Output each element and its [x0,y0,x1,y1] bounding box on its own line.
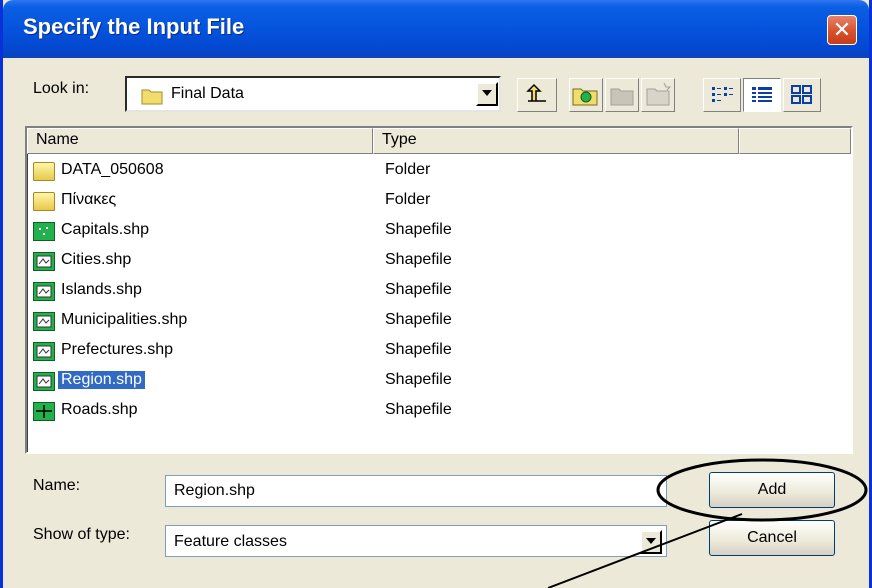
folder-icon [33,192,55,211]
polygon-shapefile-icon [33,342,55,361]
file-name: Cities.shp [61,251,132,268]
list-view-icon [712,87,733,102]
polygon-shapefile-icon [33,372,55,391]
cancel-button[interactable]: Cancel [709,520,835,556]
close-button[interactable]: ✕ [827,15,857,45]
chevron-down-icon [482,90,492,96]
file-name: Roads.shp [61,401,138,418]
list-item[interactable]: Cities.shp Shapefile [31,248,631,276]
file-name: Capitals.shp [61,221,150,238]
new-folder-icon [646,82,672,106]
file-type: Folder [385,161,431,178]
list-item[interactable]: Πίνακες Folder [31,188,631,216]
show-of-type-label: Show of type: [33,526,130,543]
dialog-title: Specify the Input File [23,14,245,39]
list-item[interactable]: DATA_050608 Folder [31,158,631,186]
column-header-type[interactable]: Type [373,128,739,154]
polygon-shapefile-icon [33,252,55,271]
add-button[interactable]: Add [709,472,835,508]
look-in-value: Final Data [171,85,244,102]
name-input[interactable]: Region.shp [165,475,667,507]
folder-icon [141,89,163,105]
file-name: Πίνακες [61,191,117,208]
file-list[interactable]: Name Type DATA_050608 Folder Πίνακες Fol… [25,126,853,454]
list-item[interactable]: Roads.shp Shapefile [31,398,631,426]
file-name: Islands.shp [61,281,142,298]
file-type: Shapefile [385,281,452,298]
look-in-combo[interactable]: Final Data [125,76,501,112]
polygon-shapefile-icon [33,312,55,331]
new-folder-button[interactable] [641,78,675,112]
close-icon: ✕ [832,17,852,42]
point-shapefile-icon [33,222,55,241]
file-type: Shapefile [385,341,452,358]
file-name: Region.shp [57,370,146,390]
polygon-shapefile-icon [33,282,55,301]
file-type: Shapefile [385,371,452,388]
list-item-selected[interactable]: Region.shp Shapefile [31,368,631,396]
list-item[interactable]: Municipalities.shp Shapefile [31,308,631,336]
line-shapefile-icon [33,402,55,421]
thumbnails-view-icon [791,85,812,104]
file-type: Shapefile [385,251,452,268]
connect-folder-button[interactable] [569,78,603,112]
list-view-button[interactable] [703,78,741,112]
list-item[interactable]: Capitals.shp Shapefile [31,218,631,246]
thumbnails-view-button[interactable] [783,78,821,112]
look-in-label: Look in: [33,80,90,97]
file-type: Folder [385,191,431,208]
file-name: Prefectures.shp [61,341,174,358]
file-type: Shapefile [385,401,452,418]
file-type: Shapefile [385,221,452,238]
file-name: DATA_050608 [61,161,164,178]
column-header-extra[interactable] [739,128,851,154]
name-label: Name: [33,477,81,494]
disconnect-folder-button[interactable] [605,78,639,112]
file-type: Shapefile [385,311,452,328]
look-in-dropdown-button[interactable] [476,82,498,106]
disconnect-folder-icon [610,88,634,106]
column-header-name[interactable]: Name [27,128,373,154]
file-name: Municipalities.shp [61,311,188,328]
connect-folder-icon [572,88,598,106]
show-of-type-dropdown-button[interactable] [640,530,662,554]
up-one-level-icon [526,83,546,102]
chevron-down-icon [646,538,656,544]
up-one-level-button[interactable] [517,78,557,112]
title-bar[interactable]: Specify the Input File ✕ [3,0,869,58]
list-item[interactable]: Islands.shp Shapefile [31,278,631,306]
details-view-icon [752,87,772,102]
show-of-type-combo[interactable]: Feature classes [165,525,667,557]
list-item[interactable]: Prefectures.shp Shapefile [31,338,631,366]
folder-icon [33,162,55,181]
show-of-type-value: Feature classes [174,533,287,550]
dialog-window: Specify the Input File ✕ Look in: Final … [0,0,872,588]
details-view-button[interactable] [743,78,781,112]
